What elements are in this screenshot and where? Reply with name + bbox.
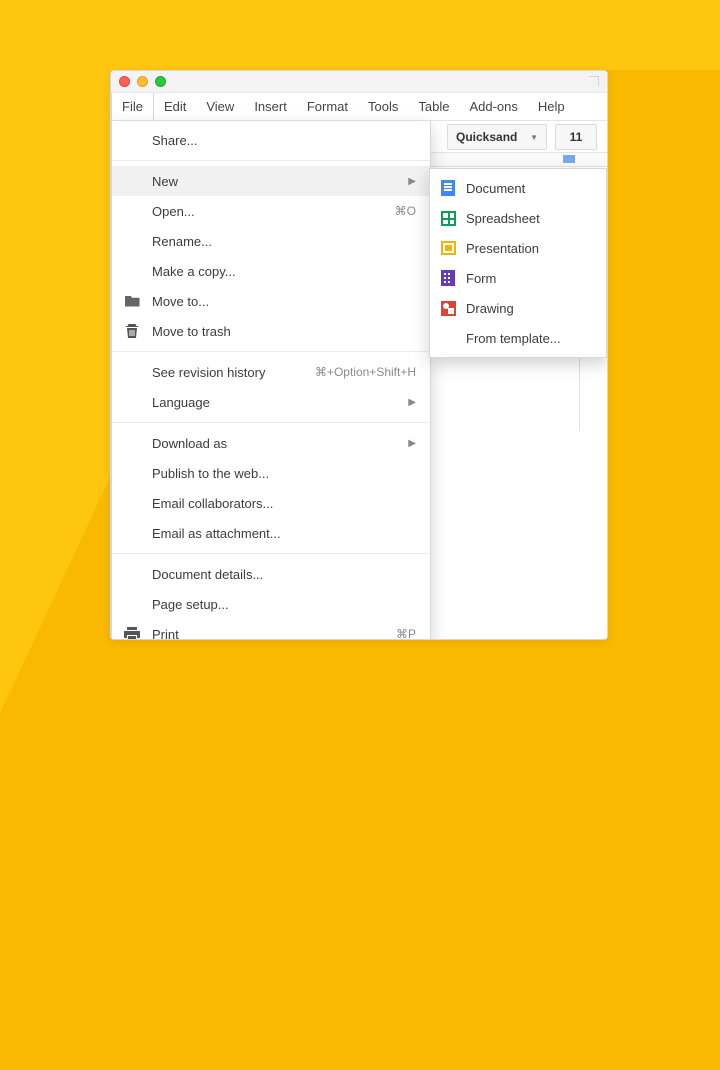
- menu-label: Document details...: [152, 567, 263, 582]
- menu-edit[interactable]: Edit: [154, 93, 196, 120]
- menu-item-download-as[interactable]: Download as ▶: [112, 428, 430, 458]
- menu-label: Print: [152, 627, 179, 641]
- font-family-selector[interactable]: Quicksand ▼: [447, 124, 547, 150]
- menu-addons[interactable]: Add-ons: [459, 93, 527, 120]
- submenu-arrow-icon: ▶: [408, 438, 416, 449]
- menu-file[interactable]: File: [111, 93, 154, 120]
- expand-icon[interactable]: [589, 76, 599, 86]
- minimize-window-button[interactable]: [137, 76, 148, 87]
- submenu-item-presentation[interactable]: Presentation: [430, 233, 606, 263]
- menu-item-make-copy[interactable]: Make a copy...: [112, 256, 430, 286]
- print-icon: [124, 626, 140, 640]
- window-titlebar: [111, 71, 607, 93]
- font-family-label: Quicksand: [456, 130, 517, 144]
- menu-label: Open...: [152, 204, 195, 219]
- menu-label: Rename...: [152, 234, 212, 249]
- menu-item-new[interactable]: New ▶: [112, 166, 430, 196]
- submenu-arrow-icon: ▶: [408, 176, 416, 187]
- menu-item-page-setup[interactable]: Page setup...: [112, 589, 430, 619]
- submenu-label: Spreadsheet: [466, 211, 540, 226]
- menu-item-email-attachment[interactable]: Email as attachment...: [112, 518, 430, 548]
- submenu-item-drawing[interactable]: Drawing: [430, 293, 606, 323]
- close-window-button[interactable]: [119, 76, 130, 87]
- submenu-label: Document: [466, 181, 525, 196]
- menu-label: New: [152, 174, 178, 189]
- menu-item-open[interactable]: Open... ⌘O: [112, 196, 430, 226]
- submenu-item-spreadsheet[interactable]: Spreadsheet: [430, 203, 606, 233]
- font-size-label: 11: [570, 130, 583, 144]
- submenu-label: Presentation: [466, 241, 539, 256]
- shortcut-label: ⌘O: [395, 204, 416, 218]
- presentation-icon: [440, 240, 456, 256]
- chevron-down-icon: ▼: [530, 133, 538, 142]
- menu-label: Move to...: [152, 294, 209, 309]
- submenu-item-form[interactable]: Form: [430, 263, 606, 293]
- menu-label: Email as attachment...: [152, 526, 281, 541]
- document-icon: [440, 180, 456, 196]
- submenu-item-document[interactable]: Document: [430, 173, 606, 203]
- menu-label: Move to trash: [152, 324, 231, 339]
- menu-label: Share...: [152, 133, 198, 148]
- menu-label: Make a copy...: [152, 264, 236, 279]
- menu-insert[interactable]: Insert: [244, 93, 297, 120]
- menu-label: Page setup...: [152, 597, 229, 612]
- menu-item-revision-history[interactable]: See revision history ⌘+Option+Shift+H: [112, 357, 430, 387]
- submenu-label: Form: [466, 271, 496, 286]
- folder-icon: [124, 293, 140, 309]
- submenu-arrow-icon: ▶: [408, 397, 416, 408]
- menu-item-document-details[interactable]: Document details...: [112, 559, 430, 589]
- indent-marker-icon[interactable]: [563, 155, 575, 163]
- menu-item-language[interactable]: Language ▶: [112, 387, 430, 417]
- menu-label: Publish to the web...: [152, 466, 269, 481]
- submenu-item-from-template[interactable]: From template...: [430, 323, 606, 353]
- menu-item-email-collaborators[interactable]: Email collaborators...: [112, 488, 430, 518]
- shortcut-label: ⌘P: [396, 627, 416, 640]
- maximize-window-button[interactable]: [155, 76, 166, 87]
- font-size-selector[interactable]: 11: [555, 124, 597, 150]
- spreadsheet-icon: [440, 210, 456, 226]
- trash-icon: [124, 323, 140, 339]
- menu-help[interactable]: Help: [528, 93, 575, 120]
- menu-item-share[interactable]: Share...: [112, 125, 430, 155]
- menu-item-publish-web[interactable]: Publish to the web...: [112, 458, 430, 488]
- submenu-label: From template...: [466, 331, 561, 346]
- file-menu-dropdown: Share... New ▶ Open... ⌘O Rename... Make…: [111, 121, 431, 640]
- separator: [112, 553, 430, 554]
- menu-item-move-to-trash[interactable]: Move to trash: [112, 316, 430, 346]
- menu-view[interactable]: View: [196, 93, 244, 120]
- separator: [112, 160, 430, 161]
- drawing-icon: [440, 300, 456, 316]
- app-window: File Edit View Insert Format Tools Table…: [110, 70, 608, 640]
- new-submenu: Document Spreadsheet Presentation Form D…: [429, 168, 607, 358]
- menu-item-print[interactable]: Print ⌘P: [112, 619, 430, 640]
- form-icon: [440, 270, 456, 286]
- menu-tools[interactable]: Tools: [358, 93, 408, 120]
- shortcut-label: ⌘+Option+Shift+H: [315, 365, 416, 379]
- separator: [112, 351, 430, 352]
- menu-item-move-to[interactable]: Move to...: [112, 286, 430, 316]
- menu-format[interactable]: Format: [297, 93, 358, 120]
- menu-label: Download as: [152, 436, 227, 451]
- menu-label: Language: [152, 395, 210, 410]
- submenu-label: Drawing: [466, 301, 514, 316]
- menubar: File Edit View Insert Format Tools Table…: [111, 93, 607, 121]
- menu-label: See revision history: [152, 365, 265, 380]
- menu-label: Email collaborators...: [152, 496, 273, 511]
- menu-table[interactable]: Table: [408, 93, 459, 120]
- separator: [112, 422, 430, 423]
- menu-item-rename[interactable]: Rename...: [112, 226, 430, 256]
